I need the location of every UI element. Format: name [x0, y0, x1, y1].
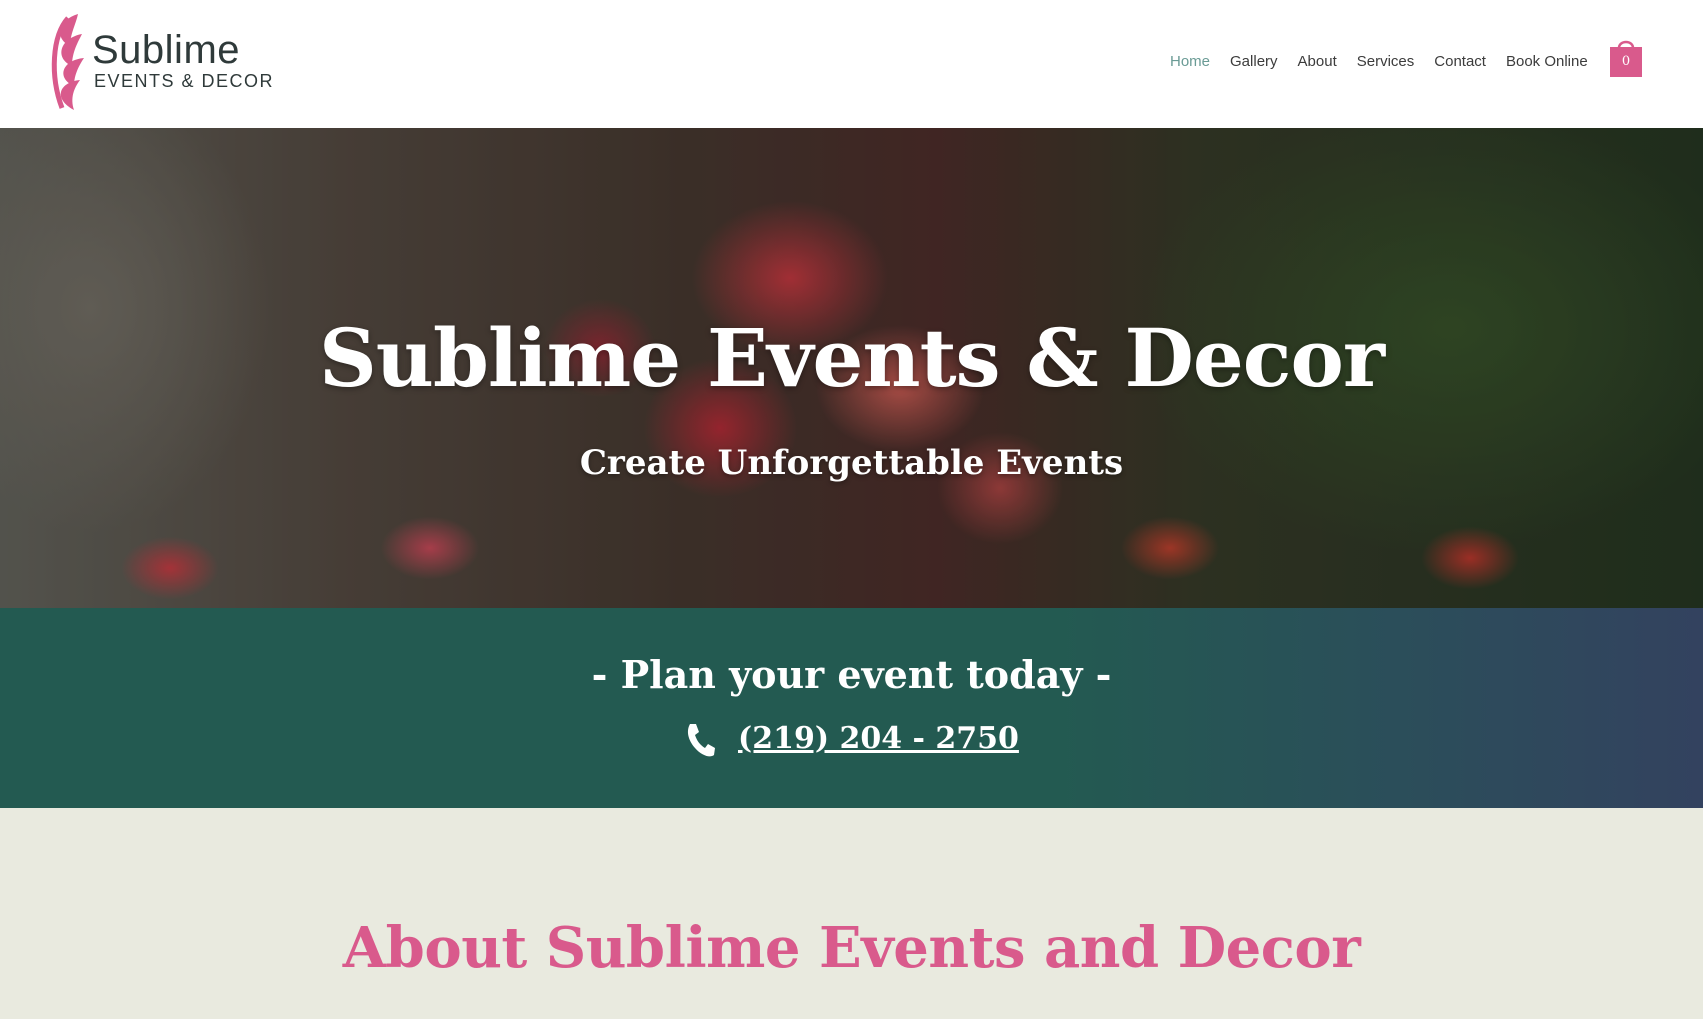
petal-logo-icon — [51, 14, 84, 110]
nav-item-book-online[interactable]: Book Online — [1506, 52, 1588, 72]
logo-tagline: EVENTS & DECOR — [94, 71, 275, 91]
nav-item-about[interactable]: About — [1298, 52, 1337, 72]
phone-icon — [687, 724, 715, 757]
site-header: Sublime EVENTS & DECOR Home Gallery Abou… — [0, 0, 1703, 128]
plan-event-band: - Plan your event today - (219) 204 - 27… — [0, 608, 1703, 808]
cart-count: 0 — [1621, 54, 1631, 69]
about-section: About Sublime Events and Decor — [0, 808, 1703, 1019]
nav-item-services[interactable]: Services — [1357, 52, 1415, 72]
main-nav: Home Gallery About Services Contact Book… — [1170, 52, 1608, 72]
nav-item-home[interactable]: Home — [1170, 52, 1210, 72]
phone-contact: (219) 204 - 2750 — [680, 720, 1020, 764]
hero-subtitle: Create Unforgettable Events — [579, 443, 1124, 483]
nav-item-gallery[interactable]: Gallery — [1230, 52, 1278, 72]
plan-event-heading: - Plan your event today - — [591, 652, 1112, 697]
nav-item-contact[interactable]: Contact — [1434, 52, 1486, 72]
hero-section: Sublime Events & Decor Create Unforgetta… — [0, 128, 1703, 608]
cart-button[interactable]: 0 — [1609, 36, 1643, 78]
logo-title: Sublime — [92, 28, 241, 72]
phone-number-link[interactable]: (219) 204 - 2750 — [738, 724, 1019, 754]
hero-title: Sublime Events & Decor — [319, 311, 1385, 405]
site-logo[interactable]: Sublime EVENTS & DECOR — [48, 12, 288, 112]
about-heading: About Sublime Events and Decor — [342, 915, 1361, 981]
